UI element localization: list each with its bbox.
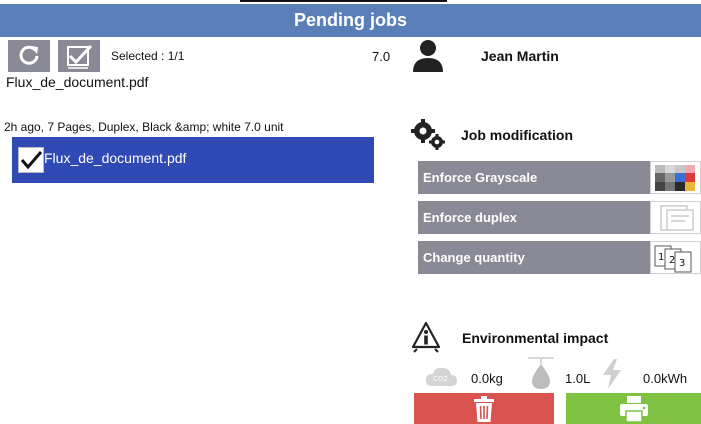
color-swatches-icon: [650, 161, 701, 194]
select-all-icon: [67, 44, 93, 69]
co2-cloud-icon: CO2: [425, 367, 457, 386]
total-cost: 7.0: [372, 49, 391, 64]
gears-icon: [411, 119, 445, 150]
environmental-values: CO2 0.0kg 1.0L 0.0kWh: [420, 357, 701, 390]
enforce-duplex-label: Enforce duplex: [418, 201, 650, 234]
water-value: 1.0L: [565, 371, 591, 386]
checkmark-icon: [20, 151, 42, 170]
trash-icon: [474, 395, 494, 422]
change-quantity-label: Change quantity: [418, 241, 650, 274]
enforce-grayscale-label: Enforce Grayscale: [418, 161, 650, 194]
refresh-icon: [19, 45, 39, 65]
co2-value: 0.0kg: [471, 371, 503, 386]
environmental-impact-title: Environmental impact: [462, 330, 609, 346]
refresh-button[interactable]: [8, 40, 50, 72]
printer-icon: [619, 395, 648, 422]
job-modification-title: Job modification: [461, 127, 573, 143]
top-divider: [240, 0, 447, 2]
quantity-pages-icon: 1 2 3: [650, 241, 701, 274]
enforce-duplex-button[interactable]: Enforce duplex: [418, 201, 701, 234]
page-title: Pending jobs: [293, 10, 407, 30]
document-details: 2h ago, 7 Pages, Duplex, Black &amp; whi…: [4, 120, 284, 134]
enforce-grayscale-button[interactable]: Enforce Grayscale: [418, 161, 701, 194]
document-item-label: Flux_de_document.pdf: [44, 150, 187, 166]
user-name: Jean Martin: [481, 48, 559, 64]
change-quantity-button[interactable]: Change quantity 1 2 3: [418, 241, 701, 274]
co2-cloud-label: CO2: [433, 375, 448, 383]
energy-value: 0.0kWh: [643, 371, 688, 386]
document-checkbox[interactable]: [18, 147, 44, 173]
svg-text:3: 3: [679, 258, 685, 269]
lightning-icon: [603, 359, 621, 389]
user-icon: [413, 40, 443, 72]
print-button[interactable]: [566, 393, 701, 424]
water-drop-icon: [528, 357, 554, 389]
delete-button[interactable]: [414, 393, 554, 424]
selected-count: Selected : 1/1: [111, 49, 185, 63]
select-all-button[interactable]: [58, 40, 100, 72]
page-header: Pending jobs: [0, 4, 701, 37]
duplex-pages-icon: [650, 201, 701, 234]
document-name: Flux_de_document.pdf: [6, 74, 149, 90]
svg-text:1: 1: [658, 252, 664, 263]
svg-text:2: 2: [669, 255, 675, 266]
document-list-item[interactable]: Flux_de_document.pdf: [12, 137, 374, 183]
recycle-info-icon: [411, 321, 441, 353]
